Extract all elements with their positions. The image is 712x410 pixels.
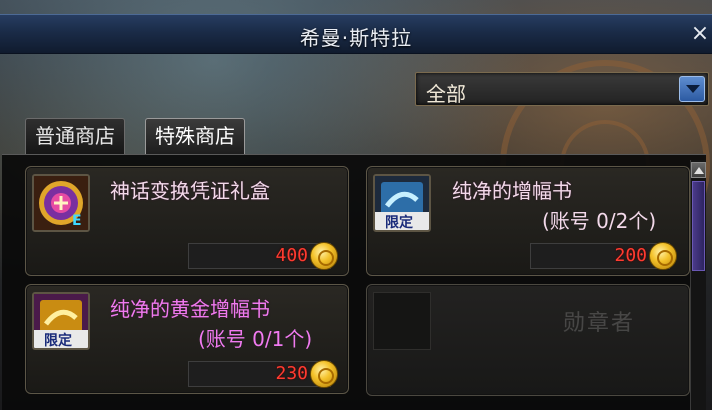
svg-text:E: E	[72, 213, 82, 229]
item-purchase-limit: (账号 0/2个)	[542, 209, 657, 233]
background-watermark: 勋章者	[563, 311, 636, 336]
gold-coin-icon	[310, 360, 338, 388]
item-name: 纯净的黄金增幅书	[110, 297, 270, 321]
scrollbar-thumb[interactable]	[692, 181, 705, 271]
gold-coin-icon	[649, 242, 677, 270]
item-price: 230	[275, 363, 308, 384]
tab-normal-shop[interactable]: 普通商店	[25, 118, 125, 154]
shop-item-card[interactable]: E 神话变换凭证礼盒 400	[25, 166, 349, 276]
empty-icon-slot	[373, 292, 431, 350]
item-price: 400	[275, 245, 308, 266]
item-price: 200	[614, 245, 647, 266]
shop-item-card[interactable]: 限定 纯净的增幅书 (账号 0/2个) 200	[366, 166, 690, 276]
close-button[interactable]: ×	[690, 21, 710, 47]
item-name: 神话变换凭证礼盒	[110, 179, 270, 203]
empty-item-slot: 勋章者	[366, 284, 690, 396]
dropdown-selected-value: 全部	[426, 82, 466, 106]
item-list-scrollbar[interactable]	[690, 160, 706, 410]
price-field: 200	[530, 242, 677, 270]
chevron-down-icon	[686, 85, 700, 93]
item-badge: 限定	[44, 332, 72, 348]
item-name: 纯净的增幅书	[452, 179, 572, 203]
item-purchase-limit: (账号 0/1个)	[198, 327, 313, 351]
category-filter-dropdown[interactable]: 全部	[415, 72, 709, 106]
window-title: 希曼·斯特拉	[299, 26, 413, 50]
myth-exchange-box-icon: E	[32, 174, 90, 232]
window-title-bar[interactable]: 希曼·斯特拉 ×	[0, 14, 712, 54]
dropdown-toggle-button[interactable]	[679, 76, 705, 102]
scroll-up-button[interactable]	[691, 162, 706, 178]
price-field: 400	[188, 242, 338, 270]
item-badge: 限定	[385, 214, 413, 230]
golden-amplify-book-icon: 限定	[32, 292, 90, 350]
gold-coin-icon	[310, 242, 338, 270]
chevron-up-icon	[694, 167, 704, 174]
amplify-book-icon: 限定	[373, 174, 431, 232]
tab-special-shop[interactable]: 特殊商店	[145, 118, 245, 154]
price-field: 230	[188, 360, 338, 388]
shop-item-card[interactable]: 限定 纯净的黄金增幅书 (账号 0/1个) 230	[25, 284, 349, 394]
